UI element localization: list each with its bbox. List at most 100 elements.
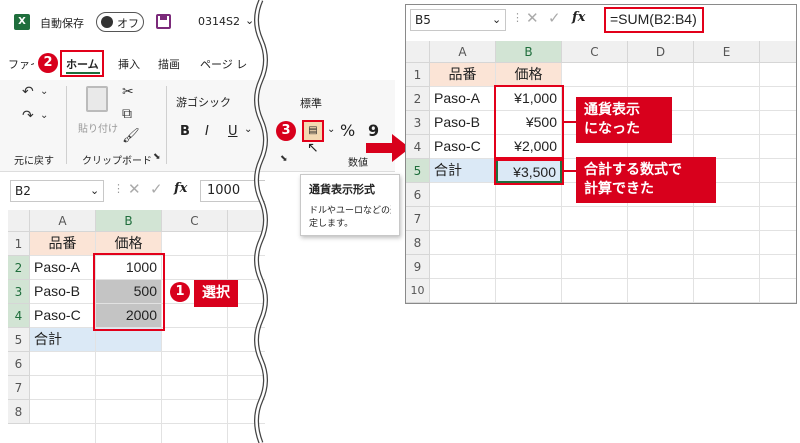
select-all-corner[interactable] [8, 210, 30, 232]
percent-button[interactable]: % [340, 121, 355, 140]
step-3-badge: 3 [276, 121, 296, 141]
row-header-5-right[interactable]: 5 [406, 159, 430, 183]
selection-highlight [93, 253, 165, 331]
enter-icon[interactable]: ✓ [150, 180, 163, 198]
column-header-a-right[interactable]: A [430, 41, 496, 63]
more-icon: ⋮ [113, 182, 124, 195]
row-header-7-right[interactable]: 7 [406, 207, 430, 231]
currency-tooltip: 通貨表示形式 ドルやユーロなどの通 定します。 [300, 174, 400, 236]
home-tab-highlight [60, 50, 104, 77]
cell-a3[interactable]: Paso-B [30, 280, 96, 304]
cell-a1[interactable]: 品番 [30, 232, 96, 256]
step-1-badge: 1 [170, 282, 190, 302]
paste-label[interactable]: 貼り付け [78, 120, 118, 135]
insert-function-icon-right[interactable]: fx [572, 10, 585, 25]
format-painter-icon[interactable]: 🖌 [122, 128, 140, 144]
tab-file[interactable]: ファイル [8, 56, 34, 72]
cancel-icon[interactable]: ✕ [128, 180, 141, 198]
callout-connector [564, 170, 576, 172]
row-header-3[interactable]: 3 [8, 280, 30, 304]
number-group-label: 数値 [348, 158, 368, 169]
tab-draw[interactable]: 描画 [158, 56, 180, 72]
ribbon-separator [66, 86, 67, 164]
row-header-5[interactable]: 5 [8, 328, 30, 352]
row-header-8-right[interactable]: 8 [406, 231, 430, 255]
name-box-right-dropdown-icon[interactable]: ⌄ [492, 13, 501, 26]
toggle-label: オフ [117, 17, 139, 30]
column-header-b-right[interactable]: B [496, 41, 562, 63]
cursor-icon: ↖ [307, 140, 319, 156]
name-box-dropdown-icon[interactable]: ⌄ [90, 184, 99, 197]
tooltip-line2: 定します。 [309, 219, 354, 229]
currency-dropdown-icon[interactable]: ⌄ [327, 124, 335, 135]
cell-a5[interactable]: 合計 [30, 328, 96, 352]
row-header-3-right[interactable]: 3 [406, 111, 430, 135]
cell-b5[interactable] [96, 328, 162, 352]
sum-cell-highlight [494, 157, 564, 185]
cell-a2-right[interactable]: Paso-A [430, 87, 496, 111]
row-header-7[interactable]: 7 [8, 376, 30, 400]
column-header-f-right[interactable] [760, 41, 796, 63]
undo-icon[interactable]: ↶ [22, 84, 34, 100]
toggle-knob [101, 16, 113, 28]
autosave-toggle[interactable]: オフ [96, 12, 144, 32]
row-header-4[interactable]: 4 [8, 304, 30, 328]
sum-callout: 合計する数式で 計算できた [576, 157, 716, 203]
cell-a4-right[interactable]: Paso-C [430, 135, 496, 159]
callout-connector [564, 121, 576, 123]
row-header-10-right[interactable]: 10 [406, 279, 430, 303]
insert-function-icon[interactable]: fx [174, 181, 187, 196]
column-header-c[interactable]: C [162, 210, 228, 232]
column-header-c-right[interactable]: C [562, 41, 628, 63]
undo-dropdown-icon[interactable]: ⌄ [40, 86, 48, 97]
clipboard-launcher-icon[interactable]: ⬊ [153, 152, 161, 162]
cell-a2[interactable]: Paso-A [30, 256, 96, 280]
row-header-9-right[interactable]: 9 [406, 255, 430, 279]
row-header-8[interactable]: 8 [8, 400, 30, 424]
row-header-1[interactable]: 1 [8, 232, 30, 256]
redo-icon[interactable]: ↷ [22, 108, 34, 124]
row-header-4-right[interactable]: 4 [406, 135, 430, 159]
column-header-d-right[interactable]: D [628, 41, 694, 63]
tab-page-layout[interactable]: ページ レ [200, 56, 247, 72]
undo-group-label: 元に戻す [14, 156, 54, 167]
cell-a1-right[interactable]: 品番 [430, 63, 496, 87]
font-launcher-icon[interactable]: ⬊ [280, 154, 288, 164]
row-header-6-right[interactable]: 6 [406, 183, 430, 207]
sum-callout-line1: 合計する数式で [584, 162, 682, 178]
column-header-a[interactable]: A [30, 210, 96, 232]
cell-a3-right[interactable]: Paso-B [430, 111, 496, 135]
number-format-label[interactable]: 標準 [300, 95, 322, 111]
save-icon[interactable] [156, 14, 171, 29]
autosave-label: 自動保存 [40, 17, 84, 30]
paste-icon[interactable] [86, 86, 108, 112]
currency-format-button[interactable]: ▤ [302, 120, 324, 142]
row-header-2-right[interactable]: 2 [406, 87, 430, 111]
ribbon-separator [166, 86, 167, 164]
redo-dropdown-icon[interactable]: ⌄ [40, 110, 48, 121]
cell-a4[interactable]: Paso-C [30, 304, 96, 328]
column-header-b[interactable]: B [96, 210, 162, 232]
select-all-corner-right[interactable] [406, 41, 430, 63]
row-header-2[interactable]: 2 [8, 256, 30, 280]
italic-button[interactable]: I [205, 124, 209, 139]
right-excel-window: B5 ⌄ ⋮ ✕ ✓ fx =SUM(B2:B4) A B C D E 1 2 … [405, 4, 797, 304]
row-header-1-right[interactable]: 1 [406, 63, 430, 87]
transition-arrow-icon [366, 134, 410, 162]
copy-icon[interactable]: ⧉ [122, 106, 132, 122]
tab-insert[interactable]: 挿入 [118, 56, 140, 72]
currency-callout-line2: になった [584, 121, 640, 137]
column-header-e-right[interactable]: E [694, 41, 760, 63]
font-name[interactable]: 游ゴシック [176, 94, 231, 110]
bold-button[interactable]: B [180, 124, 190, 139]
cancel-icon-right[interactable]: ✕ [526, 9, 539, 27]
cut-icon[interactable]: ✂ [122, 84, 134, 100]
cell-b1-right[interactable]: 価格 [496, 63, 562, 87]
break-line [254, 0, 268, 443]
underline-button[interactable]: U [228, 124, 238, 139]
cell-a5-right[interactable]: 合計 [430, 159, 496, 183]
grid-empty-area [30, 352, 265, 443]
tooltip-title: 通貨表示形式 [309, 183, 375, 196]
row-header-6[interactable]: 6 [8, 352, 30, 376]
enter-icon-right[interactable]: ✓ [548, 9, 561, 27]
